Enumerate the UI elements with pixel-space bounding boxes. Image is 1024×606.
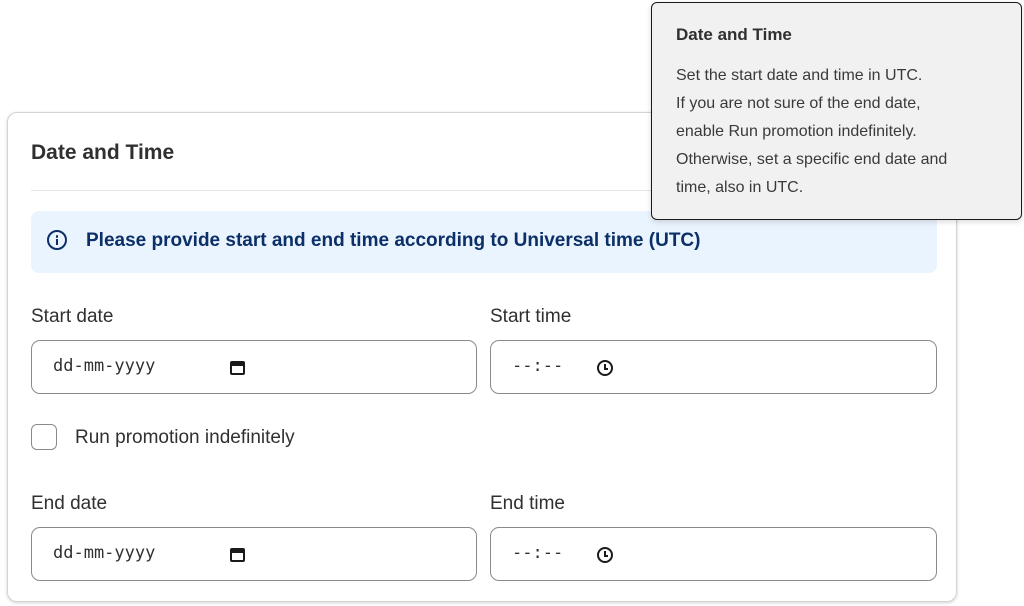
card-title: Date and Time — [31, 141, 175, 164]
utc-info-banner: Please provide start and end time accord… — [31, 211, 937, 273]
start-time-value: --:-- — [512, 356, 564, 376]
calendar-icon[interactable] — [230, 548, 245, 562]
calendar-icon[interactable] — [230, 361, 245, 375]
tooltip-line: If you are not sure of the end date, — [676, 95, 921, 112]
start-date-label: Start date — [31, 306, 114, 327]
start-date-value: dd-mm-yyyy — [53, 356, 156, 376]
clock-icon[interactable] — [597, 360, 613, 376]
end-time-label: End time — [490, 493, 565, 514]
start-time-label: Start time — [490, 306, 572, 327]
run-indefinitely-checkbox[interactable] — [31, 424, 57, 450]
start-time-input[interactable]: --:-- — [490, 340, 937, 394]
end-date-value: dd-mm-yyyy — [53, 543, 156, 563]
clock-icon[interactable] — [597, 547, 613, 563]
end-time-input[interactable]: --:-- — [490, 527, 937, 581]
run-indefinitely-label[interactable]: Run promotion indefinitely — [75, 427, 295, 449]
info-circle-icon — [47, 230, 67, 250]
banner-text: Please provide start and end time accord… — [86, 230, 701, 251]
end-date-label: End date — [31, 493, 108, 514]
tooltip-line: Otherwise, set a specific end date and — [676, 151, 948, 168]
tooltip-line: enable Run promotion indefinitely. — [676, 123, 917, 140]
start-date-input[interactable]: dd-mm-yyyy — [31, 340, 477, 394]
end-date-input[interactable]: dd-mm-yyyy — [31, 527, 477, 581]
tooltip-line: Set the start date and time in UTC. — [676, 67, 923, 84]
tooltip-title: Date and Time — [676, 25, 792, 44]
tooltip-line: time, also in UTC. — [676, 179, 804, 196]
date-time-tooltip: Date and Time Set the start date and tim… — [651, 2, 1022, 220]
end-time-value: --:-- — [512, 543, 564, 563]
